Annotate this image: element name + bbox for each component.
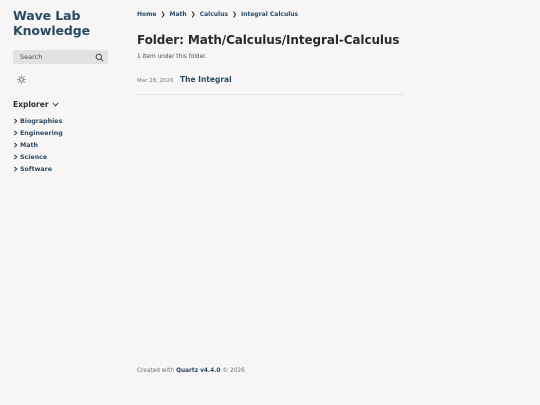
sidebar: Wave Lab Knowledge Search Explorer Biogr… xyxy=(13,8,109,175)
chevron-right-icon xyxy=(13,142,18,148)
footer: Created with Quartz v4.4.0 © 2026 xyxy=(137,368,245,374)
search-placeholder: Search xyxy=(20,53,43,61)
chevron-right-icon xyxy=(13,130,18,136)
sun-icon[interactable] xyxy=(17,75,26,84)
explorer-item-label: Engineering xyxy=(20,129,63,137)
explorer-item-label: Biographies xyxy=(20,117,63,125)
explorer-item-label: Software xyxy=(20,165,53,173)
explorer-item-software[interactable]: Software xyxy=(13,163,109,175)
breadcrumb-home[interactable]: Home xyxy=(137,11,156,18)
chevron-right-icon xyxy=(13,166,18,172)
site-title[interactable]: Wave Lab Knowledge xyxy=(13,8,109,38)
explorer-toggle[interactable]: Explorer xyxy=(13,100,109,109)
breadcrumb-integral-calculus[interactable]: Integral Calculus xyxy=(241,11,298,18)
breadcrumb-separator: ❯ xyxy=(160,10,166,18)
chevron-down-icon xyxy=(52,102,59,107)
breadcrumb-separator: ❯ xyxy=(190,10,196,18)
entry-title-link[interactable]: The Integral xyxy=(180,75,232,84)
breadcrumb-separator: ❯ xyxy=(231,10,237,18)
breadcrumb-math[interactable]: Math xyxy=(170,11,187,18)
page-title: Folder: Math/Calculus/Integral-Calculus xyxy=(137,33,400,47)
breadcrumb: Home ❯ Math ❯ Calculus ❯ Integral Calcul… xyxy=(137,8,403,20)
breadcrumb-calculus[interactable]: Calculus xyxy=(200,11,228,18)
chevron-right-icon xyxy=(13,118,18,124)
explorer-title: Explorer xyxy=(13,100,49,109)
search-input[interactable]: Search xyxy=(13,50,108,64)
explorer-item-engineering[interactable]: Engineering xyxy=(13,127,109,139)
list-item: Mar 28, 2026 The Integral xyxy=(137,75,403,95)
explorer-item-label: Science xyxy=(20,153,48,161)
page: Wave Lab Knowledge Search Explorer Biogr… xyxy=(0,0,540,405)
footer-copyright: © 2026 xyxy=(222,368,245,374)
entry-date: Mar 28, 2026 xyxy=(137,78,174,84)
explorer-item-label: Math xyxy=(20,141,39,149)
explorer-item-math[interactable]: Math xyxy=(13,139,109,151)
explorer-item-science[interactable]: Science xyxy=(13,151,109,163)
quartz-link[interactable]: Quartz v4.4.0 xyxy=(176,368,220,374)
chevron-right-icon xyxy=(13,154,18,160)
footer-prefix: Created with xyxy=(137,368,175,374)
main-content: Home ❯ Math ❯ Calculus ❯ Integral Calcul… xyxy=(137,8,403,95)
explorer-list: Biographies Engineering Math Science Sof… xyxy=(13,115,109,175)
search-icon[interactable] xyxy=(95,53,104,62)
folder-item-count: 1 item under this folder. xyxy=(137,54,207,60)
explorer-item-biographies[interactable]: Biographies xyxy=(13,115,109,127)
